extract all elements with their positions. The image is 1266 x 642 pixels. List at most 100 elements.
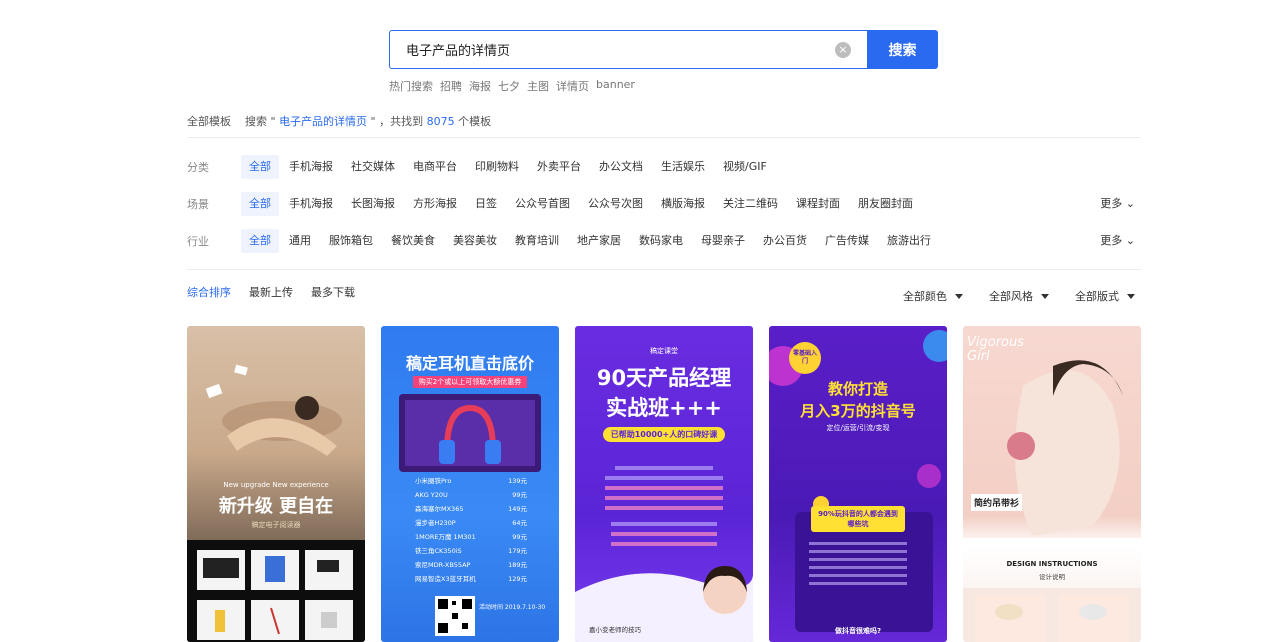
filter-item[interactable]: 关注二维码	[715, 192, 786, 216]
hot-link[interactable]: 详情页	[556, 78, 589, 94]
hot-searches: 热门搜索 招聘 海报 七夕 主图 详情页 banner	[389, 78, 635, 94]
chevron-down-icon: ⌄	[1125, 234, 1135, 247]
sort-tab[interactable]: 最新上传	[249, 284, 293, 300]
caret-down-icon	[955, 294, 963, 299]
price-row: 网易智造X3蓝牙耳机 129元	[415, 575, 527, 583]
filter-item[interactable]: 全部	[241, 229, 279, 253]
price-row: 小米圈铁Pro 139元	[415, 477, 527, 485]
divider	[187, 269, 1141, 270]
sort-tab[interactable]: 最多下载	[311, 284, 355, 300]
filter-label: 分类	[187, 161, 209, 174]
filter-item[interactable]: 教育培训	[507, 229, 567, 253]
card-sub: 定位/运营/引流/变现	[826, 424, 890, 432]
search-bar: × 搜索	[389, 30, 938, 69]
card-badge-wrap: 已帮助10000+人的口碑好课	[575, 426, 753, 442]
filter-item[interactable]: 横版海报	[653, 192, 713, 216]
filter-item[interactable]: 电商平台	[405, 155, 465, 179]
filter-label: 行业	[187, 235, 209, 248]
breadcrumb-all[interactable]: 全部模板	[187, 115, 231, 128]
template-card[interactable]: 稿定耳机直击底价 购买2个或以上可领取大额优惠券 小米圈铁Pro 139元 AKG…	[381, 326, 559, 642]
card-title: 新升级 更自在	[218, 496, 334, 517]
layout-dropdown[interactable]: 全部版式	[1075, 288, 1135, 304]
fashion-model-image	[963, 360, 1141, 642]
filter-item[interactable]: 美容美妆	[445, 229, 505, 253]
filter-item[interactable]: 手机海报	[281, 155, 341, 179]
hot-label: 热门搜索	[389, 80, 433, 93]
filter-item[interactable]: 长图海报	[343, 192, 403, 216]
filter-item[interactable]: 日签	[467, 192, 505, 216]
card-footer: 嘉小变老师的技巧	[589, 626, 641, 634]
more-button[interactable]: 更多 ⌄	[1100, 191, 1135, 217]
search-button[interactable]: 搜索	[867, 30, 938, 69]
filter-item[interactable]: 数码家电	[631, 229, 691, 253]
template-card[interactable]: 稿定课堂 90天产品经理 实战班+++ 已帮助10000+人的口碑好课 嘉小变老…	[575, 326, 753, 642]
card-badge: 零基础入门	[792, 350, 817, 365]
result-summary: 全部模板 搜索 " 电子产品的详情页 " ，共找到 8075 个模板	[187, 115, 492, 128]
hot-link[interactable]: banner	[596, 78, 635, 94]
hot-link[interactable]: 七夕	[498, 78, 520, 94]
filter-item[interactable]: 办公百货	[755, 229, 815, 253]
filter-item[interactable]: 全部	[241, 192, 279, 216]
result-count: 8075	[426, 115, 455, 128]
filter-item[interactable]: 视频/GIF	[715, 155, 775, 179]
more-button[interactable]: 更多 ⌄	[1100, 228, 1135, 254]
price-row: AKG Y20U 99元	[415, 491, 527, 499]
filter-item[interactable]: 手机海报	[281, 192, 341, 216]
filter-item[interactable]: 地产家居	[569, 229, 629, 253]
filter-item[interactable]: 公众号次图	[580, 192, 651, 216]
filter-scene: 场景 全部 手机海报 长图海报 方形海报 日签 公众号首图 公众号次图 横版海报…	[187, 191, 1141, 217]
filter-label: 场景	[187, 198, 209, 211]
filter-item[interactable]: 外卖平台	[529, 155, 589, 179]
filter-item[interactable]: 服饰箱包	[321, 229, 381, 253]
card-title: 月入3万的抖音号	[800, 402, 916, 420]
filter-item[interactable]: 餐饮美食	[383, 229, 443, 253]
color-dropdown[interactable]: 全部颜色	[903, 288, 963, 304]
card-title: Vigorous Girl	[967, 335, 1025, 364]
filter-item[interactable]: 办公文档	[591, 155, 651, 179]
text-lines-image	[809, 542, 907, 585]
filter-item[interactable]: 朋友圈封面	[850, 192, 921, 216]
close-circle-icon[interactable]: ×	[835, 42, 851, 58]
template-card[interactable]: Vigorous Girl 简约吊带衫 DESIGN INSTRUCTIONS …	[963, 326, 1141, 642]
caret-down-icon	[1041, 294, 1049, 299]
result-keyword: 电子产品的详情页	[279, 115, 368, 128]
filter-item[interactable]: 生活娱乐	[653, 155, 713, 179]
filter-category: 分类 全部 手机海报 社交媒体 电商平台 印刷物料 外卖平台 办公文档 生活娱乐…	[187, 154, 1141, 180]
card-subtitle: New upgrade New experience	[223, 481, 329, 489]
card-label: 简约吊带衫	[971, 494, 1023, 511]
filter-item[interactable]: 广告传媒	[817, 229, 877, 253]
price-row: 森海塞尔MX365 149元	[415, 505, 527, 513]
caret-down-icon	[1127, 294, 1135, 299]
card-badge: 已帮助10000+人的口碑好课	[602, 427, 726, 442]
hot-link[interactable]: 招聘	[440, 78, 462, 94]
search-field[interactable]: ×	[389, 30, 867, 69]
filter-item[interactable]: 公众号首图	[507, 192, 578, 216]
card-section: DESIGN INSTRUCTIONS	[1006, 560, 1098, 568]
filter-item[interactable]: 印刷物料	[467, 155, 527, 179]
price-row: 1MORE万魔 1M301 99元	[415, 533, 527, 541]
price-list: 小米圈铁Pro 139元 AKG Y20U 99元 森海塞尔MX365 149元 漫步…	[415, 474, 527, 586]
card-title: 教你打造	[827, 380, 888, 398]
filter-item[interactable]: 通用	[281, 229, 319, 253]
hot-link[interactable]: 海报	[469, 78, 491, 94]
filter-item[interactable]: 旅游出行	[879, 229, 939, 253]
divider	[187, 137, 1141, 138]
filter-dropdowns: 全部颜色 全部风格 全部版式	[903, 288, 1135, 304]
sort-tab[interactable]: 综合排序	[187, 284, 231, 300]
style-dropdown[interactable]: 全部风格	[989, 288, 1049, 304]
price-row: 漫步者H230P 64元	[415, 519, 527, 527]
hot-link[interactable]: 主图	[527, 78, 549, 94]
filter-item[interactable]: 课程封面	[788, 192, 848, 216]
filter-item[interactable]: 母婴亲子	[693, 229, 753, 253]
card-section-sub: 设计说明	[1039, 573, 1065, 581]
text-block-image	[575, 466, 753, 642]
filter-item[interactable]: 方形海报	[405, 192, 465, 216]
card-coupon-wrap: 购买2个或以上可领取大额优惠券	[381, 373, 559, 388]
filter-item[interactable]: 全部	[241, 155, 279, 179]
template-card[interactable]: New upgrade New experience 新升级 更自在 稿定电子阅…	[187, 326, 365, 642]
filter-item[interactable]: 社交媒体	[343, 155, 403, 179]
card-top: 稿定课堂	[650, 347, 678, 355]
search-input[interactable]	[406, 42, 826, 57]
template-card[interactable]: 零基础入门 教你打造 月入3万的抖音号 定位/运营/引流/变现 90%玩抖音的人…	[769, 326, 947, 642]
qr-code-icon	[435, 596, 475, 636]
